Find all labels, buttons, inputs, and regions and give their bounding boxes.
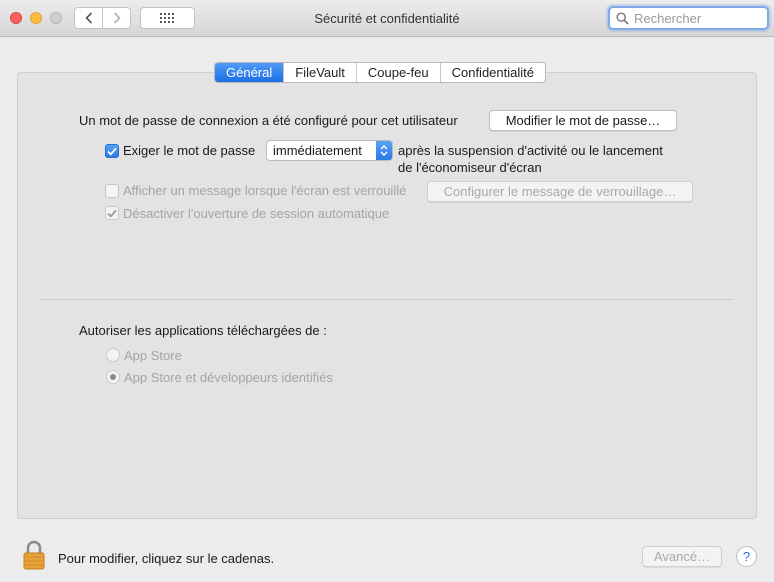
- zoom-window-button[interactable]: [50, 12, 62, 24]
- show-all-button[interactable]: [140, 7, 195, 29]
- radio-app-store-label: App Store: [124, 348, 182, 363]
- require-password-label: Exiger le mot de passe: [123, 143, 256, 158]
- tab-bar: Général FileVault Coupe-feu Confidential…: [214, 62, 546, 83]
- radio-app-store-identified-label: App Store et développeurs identifiés: [124, 370, 333, 385]
- checkmark-icon: [107, 147, 117, 156]
- minimize-window-button[interactable]: [30, 12, 42, 24]
- lock-icon[interactable]: [22, 540, 46, 570]
- window-title: Sécurité et confidentialité: [314, 11, 460, 26]
- downloads-heading: Autoriser les applications téléchargées …: [79, 323, 327, 338]
- help-button[interactable]: ?: [736, 546, 757, 567]
- after-text-line1: après la suspension d'activité ou le lan…: [398, 143, 663, 158]
- forward-button[interactable]: [102, 8, 130, 28]
- tab-general[interactable]: Général: [215, 63, 284, 82]
- chevron-right-icon: [113, 12, 121, 24]
- search-field[interactable]: [608, 6, 769, 30]
- set-lock-message-button[interactable]: Configurer le message de verrouillage…: [427, 181, 693, 202]
- password-delay-value: immédiatement: [273, 143, 362, 158]
- change-password-button[interactable]: Modifier le mot de passe…: [489, 110, 677, 131]
- disable-autologin-label: Désactiver l'ouverture de session automa…: [123, 206, 390, 221]
- title-bar: Sécurité et confidentialité: [0, 0, 774, 37]
- show-message-checkbox[interactable]: [105, 184, 119, 198]
- require-password-checkbox[interactable]: [105, 144, 119, 158]
- checkmark-icon: [107, 209, 117, 218]
- search-icon: [616, 11, 629, 25]
- radio-app-store-identified[interactable]: [106, 370, 120, 384]
- nav-buttons: [74, 7, 131, 29]
- select-arrows-icon: [376, 141, 392, 160]
- advanced-button[interactable]: Avancé…: [642, 546, 722, 567]
- radio-app-store[interactable]: [106, 348, 120, 362]
- show-message-label: Afficher un message lorsque l'écran est …: [123, 183, 407, 198]
- tab-filevault[interactable]: FileVault: [283, 63, 356, 82]
- lock-text: Pour modifier, cliquez sur le cadenas.: [58, 551, 275, 566]
- after-text-line2: de l'économiseur d'écran: [398, 160, 542, 175]
- search-input[interactable]: [634, 10, 764, 26]
- chevron-left-icon: [84, 12, 92, 24]
- tab-firewall[interactable]: Coupe-feu: [355, 63, 440, 82]
- password-set-text: Un mot de passe de connexion a été confi…: [79, 113, 458, 128]
- grid-icon: [159, 13, 174, 23]
- back-button[interactable]: [75, 8, 102, 28]
- password-delay-select[interactable]: immédiatement: [266, 140, 393, 161]
- tab-privacy[interactable]: Confidentialité: [439, 63, 545, 82]
- disable-autologin-checkbox[interactable]: [105, 206, 119, 220]
- radio-selected-dot: [110, 374, 116, 380]
- close-window-button[interactable]: [10, 12, 22, 24]
- section-divider: [40, 299, 734, 300]
